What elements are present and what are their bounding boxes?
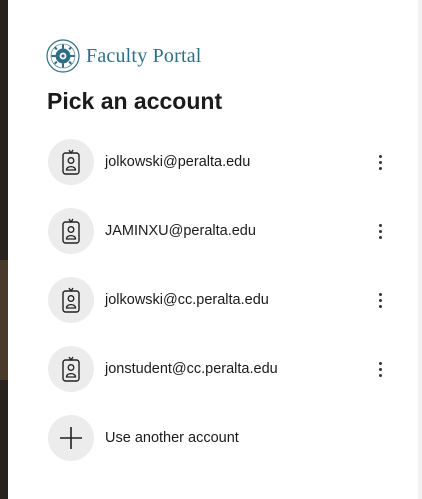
account-list: jolkowski@peralta.edu JAMINXU@peralta.ed… (44, 136, 394, 481)
more-options-button[interactable] (368, 147, 392, 177)
account-email: jonstudent@cc.peralta.edu (105, 361, 278, 377)
background-strip (0, 0, 8, 499)
account-picker-dialog: Faculty Portal Pick an account jolkowski… (8, 0, 418, 499)
account-email: JAMINXU@peralta.edu (105, 223, 256, 239)
account-item[interactable]: jolkowski@peralta.edu (44, 136, 394, 188)
account-item[interactable]: jonstudent@cc.peralta.edu (44, 343, 394, 395)
brand-header: Faculty Portal (46, 38, 202, 74)
plus-icon (60, 427, 82, 449)
account-item[interactable]: jolkowski@cc.peralta.edu (44, 274, 394, 326)
window-edge (418, 0, 422, 499)
avatar (48, 346, 94, 392)
college-seal-icon (46, 39, 80, 73)
more-options-button[interactable] (368, 354, 392, 384)
avatar (48, 208, 94, 254)
more-vertical-icon (378, 361, 382, 365)
more-options-button[interactable] (368, 285, 392, 315)
account-email: jolkowski@peralta.edu (105, 154, 251, 170)
brand-name: Faculty Portal (86, 44, 202, 67)
use-another-account-button[interactable]: Use another account (44, 412, 394, 464)
avatar (48, 277, 94, 323)
avatar (48, 139, 94, 185)
id-badge-icon (62, 149, 80, 175)
id-badge-icon (62, 287, 80, 313)
add-account-avatar (48, 415, 94, 461)
id-badge-icon (62, 218, 80, 244)
use-another-account-label: Use another account (105, 430, 239, 446)
more-options-button[interactable] (368, 216, 392, 246)
page-title: Pick an account (47, 88, 223, 114)
account-item[interactable]: JAMINXU@peralta.edu (44, 205, 394, 257)
more-vertical-icon (378, 154, 382, 158)
more-vertical-icon (378, 223, 382, 227)
id-badge-icon (62, 356, 80, 382)
more-vertical-icon (378, 292, 382, 296)
account-email: jolkowski@cc.peralta.edu (105, 292, 269, 308)
